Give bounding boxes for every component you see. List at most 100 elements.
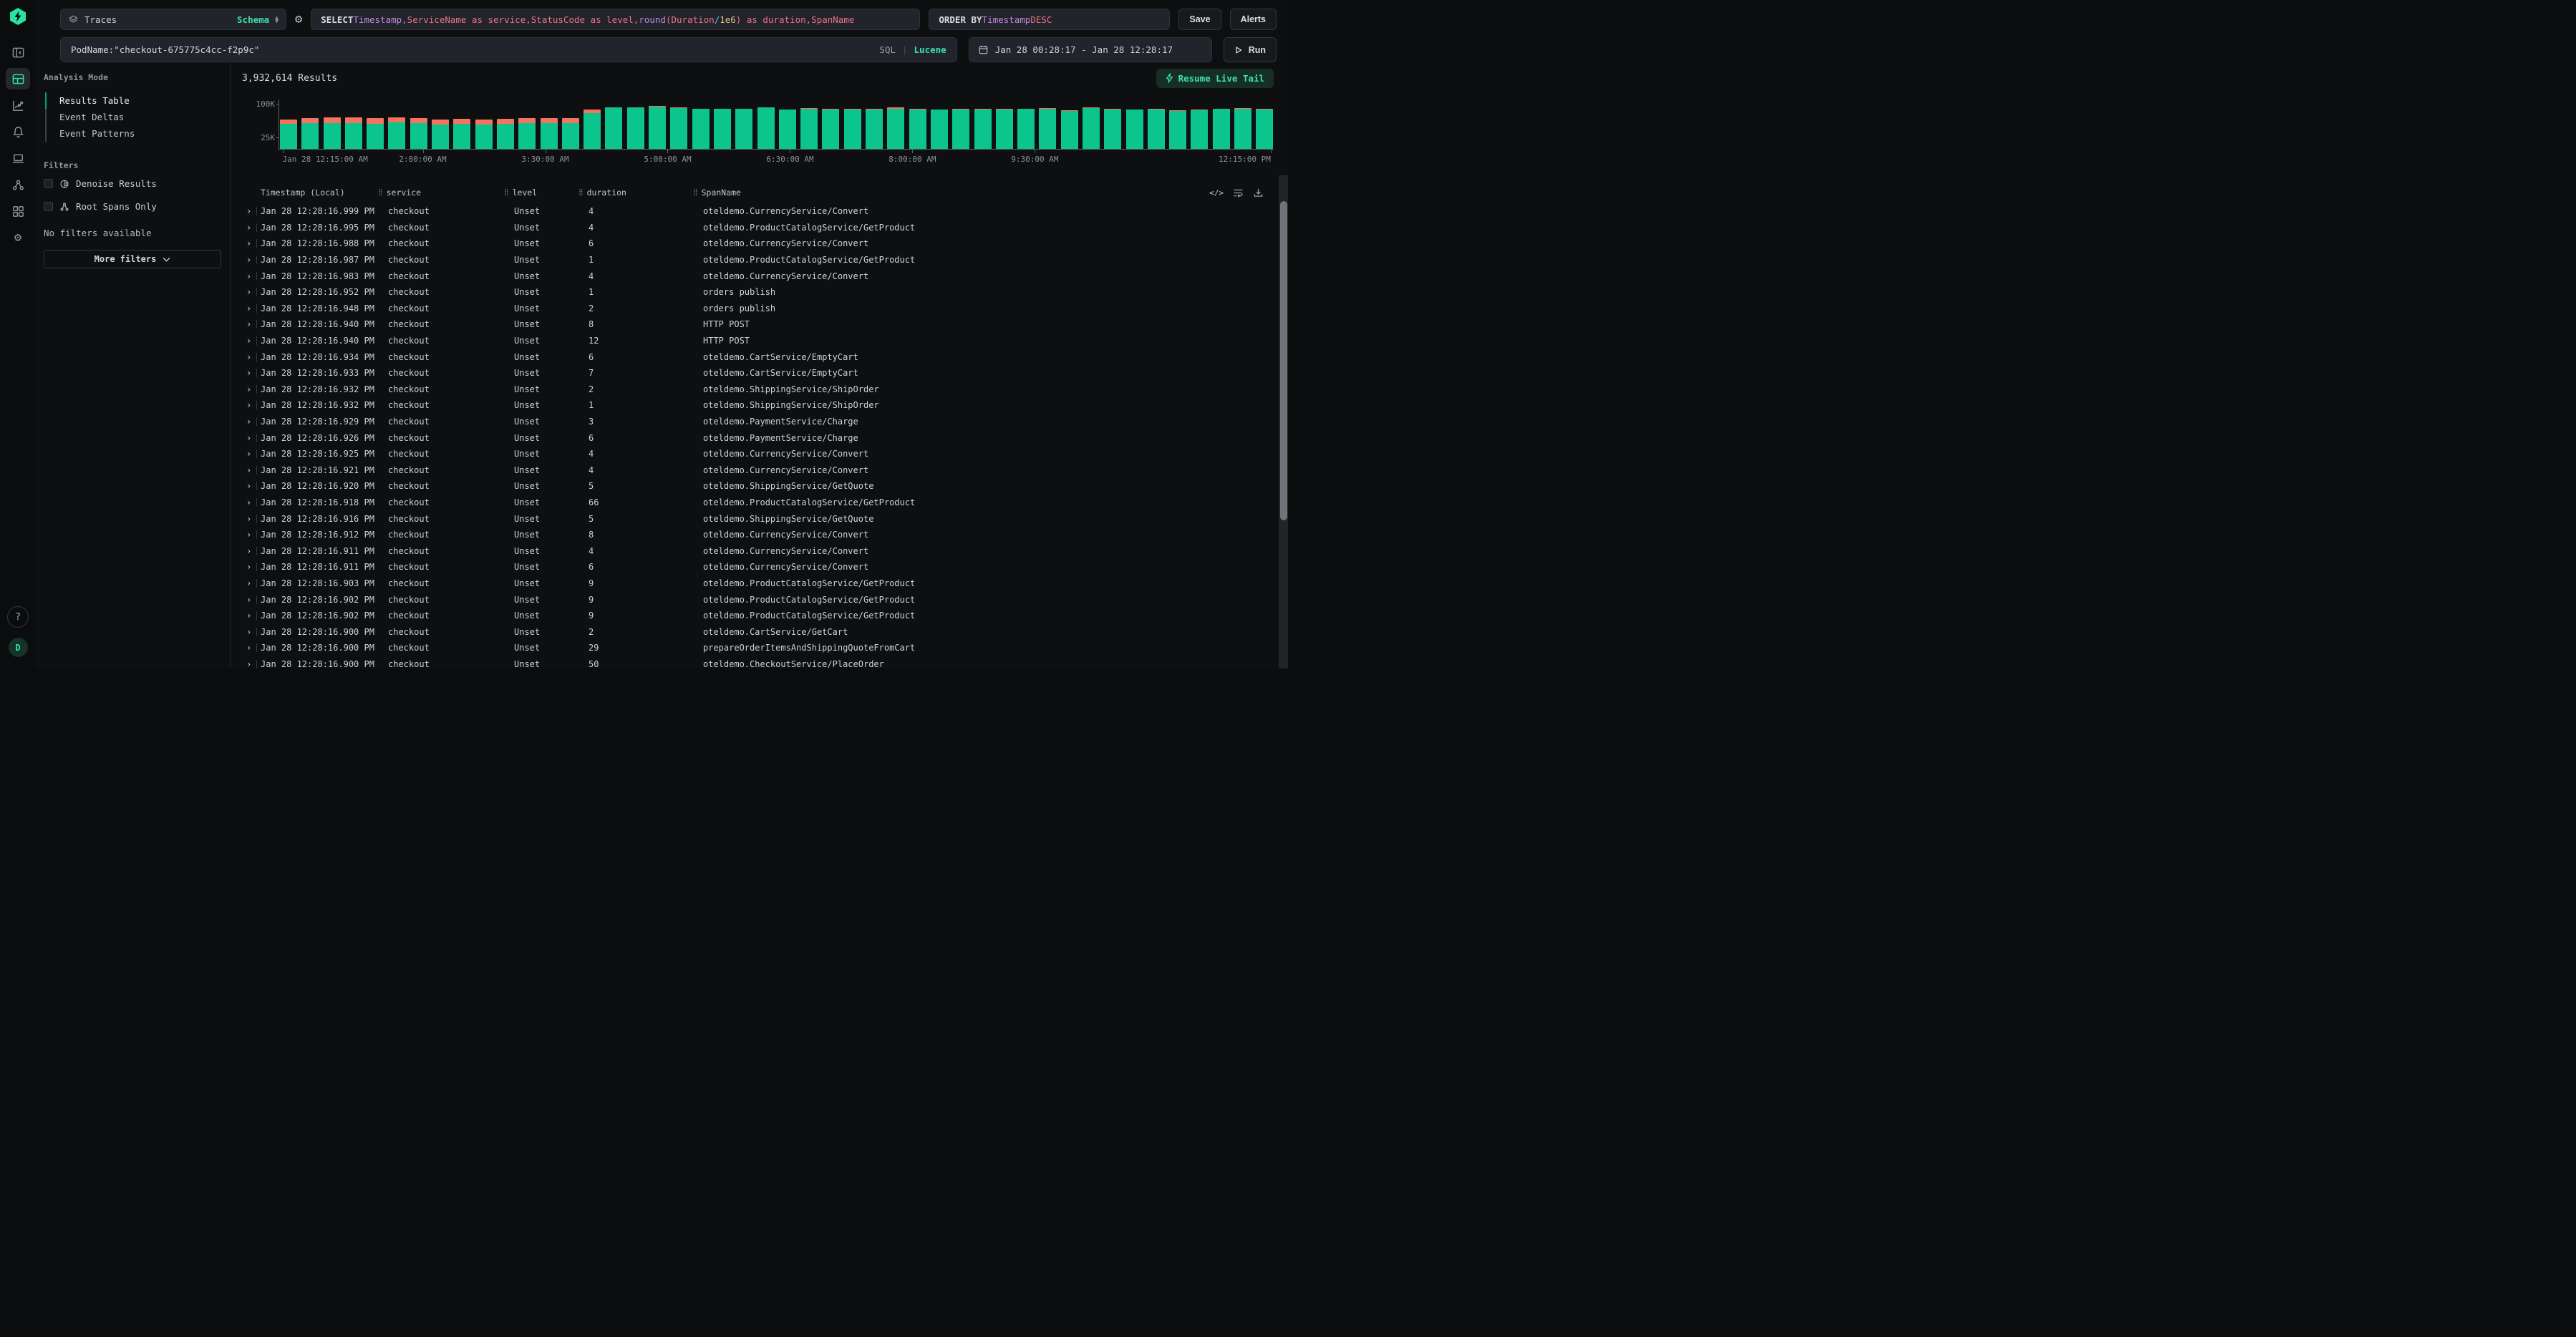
chevron-right-icon[interactable]: › xyxy=(246,384,251,394)
histogram-bar[interactable] xyxy=(1234,99,1251,149)
column-header-spanname[interactable]: ⣿SpanName xyxy=(693,188,1274,198)
chevron-right-icon[interactable]: › xyxy=(246,578,251,588)
column-header-duration[interactable]: ⣿duration xyxy=(576,188,693,198)
chevron-right-icon[interactable]: › xyxy=(246,255,251,265)
histogram-bar[interactable] xyxy=(1104,99,1121,149)
alerts-nav-icon[interactable] xyxy=(6,121,30,142)
drag-grip-icon[interactable]: ⣿ xyxy=(378,190,383,196)
histogram-bar[interactable] xyxy=(800,99,818,149)
chevron-right-icon[interactable]: › xyxy=(246,433,251,443)
chevron-right-icon[interactable]: › xyxy=(246,546,251,556)
histogram-bar[interactable] xyxy=(779,99,796,149)
analysis-mode-item-results-table[interactable]: Results Table xyxy=(45,92,221,109)
histogram-bar[interactable] xyxy=(627,99,644,149)
chevron-right-icon[interactable]: › xyxy=(246,352,251,362)
chevron-right-icon[interactable]: › xyxy=(246,514,251,524)
histogram-bar[interactable] xyxy=(735,99,752,149)
table-row[interactable]: › Jan 28 12:28:16.952 PM checkout Unset … xyxy=(242,284,1274,301)
scrollbar-thumb[interactable] xyxy=(1280,201,1287,520)
histogram-bar[interactable] xyxy=(453,99,470,149)
table-row[interactable]: › Jan 28 12:28:16.911 PM checkout Unset … xyxy=(242,559,1274,575)
chevron-right-icon[interactable]: › xyxy=(246,400,251,410)
dashboards-nav-icon[interactable] xyxy=(6,200,30,222)
drag-grip-icon[interactable]: ⣿ xyxy=(504,190,509,196)
save-button[interactable]: Save xyxy=(1178,9,1221,30)
run-button[interactable]: Run xyxy=(1224,37,1277,62)
histogram-bar[interactable] xyxy=(432,99,449,149)
table-row[interactable]: › Jan 28 12:28:16.983 PM checkout Unset … xyxy=(242,268,1274,284)
table-row[interactable]: › Jan 28 12:28:16.934 PM checkout Unset … xyxy=(242,349,1274,365)
table-row[interactable]: › Jan 28 12:28:16.948 PM checkout Unset … xyxy=(242,301,1274,317)
table-row[interactable]: › Jan 28 12:28:16.916 PM checkout Unset … xyxy=(242,510,1274,527)
source-settings-gear-icon[interactable]: ⚙ xyxy=(295,14,302,26)
histogram-bar[interactable] xyxy=(714,99,731,149)
histogram-bar[interactable] xyxy=(1256,99,1273,149)
histogram-bar[interactable] xyxy=(822,99,839,149)
analysis-mode-item-event-patterns[interactable]: Event Patterns xyxy=(45,125,221,142)
alerts-button[interactable]: Alerts xyxy=(1230,9,1277,30)
histogram-bar[interactable] xyxy=(367,99,384,149)
table-row[interactable]: › Jan 28 12:28:16.912 PM checkout Unset … xyxy=(242,527,1274,543)
collapse-sidebar-icon[interactable] xyxy=(6,42,30,63)
chart-explorer-nav-icon[interactable] xyxy=(6,94,30,116)
chevron-right-icon[interactable]: › xyxy=(246,449,251,459)
chevron-right-icon[interactable]: › xyxy=(246,417,251,427)
table-row[interactable]: › Jan 28 12:28:16.988 PM checkout Unset … xyxy=(242,235,1274,252)
histogram-bar[interactable] xyxy=(866,99,883,149)
histogram-bar[interactable] xyxy=(952,99,969,149)
histogram-bar[interactable] xyxy=(388,99,405,149)
histogram-bar[interactable] xyxy=(562,99,579,149)
histogram-bar[interactable] xyxy=(1039,99,1056,149)
chevron-right-icon[interactable]: › xyxy=(246,319,251,329)
service-map-nav-icon[interactable] xyxy=(6,174,30,195)
table-row[interactable]: › Jan 28 12:28:16.903 PM checkout Unset … xyxy=(242,575,1274,592)
settings-nav-icon[interactable]: ⚙ xyxy=(6,227,30,248)
lucene-mode-toggle[interactable]: Lucene xyxy=(914,44,946,55)
table-row[interactable]: › Jan 28 12:28:16.900 PM checkout Unset … xyxy=(242,640,1274,656)
denoise-results-filter[interactable]: Denoise Results xyxy=(44,174,221,193)
sql-select-editor[interactable]: SELECT Timestamp, ServiceName as service… xyxy=(311,9,920,30)
column-header-timestamp[interactable]: Timestamp (Local) xyxy=(261,188,378,198)
histogram-bar[interactable] xyxy=(518,99,536,149)
histogram-bar[interactable] xyxy=(1169,99,1186,149)
histogram-bar[interactable] xyxy=(1061,99,1078,149)
chevron-right-icon[interactable]: › xyxy=(246,643,251,653)
chevron-right-icon[interactable]: › xyxy=(246,223,251,233)
download-icon[interactable] xyxy=(1253,188,1264,198)
histogram-bar[interactable] xyxy=(301,99,319,149)
table-row[interactable]: › Jan 28 12:28:16.933 PM checkout Unset … xyxy=(242,365,1274,381)
table-row[interactable]: › Jan 28 12:28:16.929 PM checkout Unset … xyxy=(242,414,1274,430)
chevron-right-icon[interactable]: › xyxy=(246,611,251,621)
chevron-right-icon[interactable]: › xyxy=(246,303,251,313)
scrollbar-track[interactable] xyxy=(1279,175,1288,668)
table-row[interactable]: › Jan 28 12:28:16.920 PM checkout Unset … xyxy=(242,478,1274,495)
histogram-bar[interactable] xyxy=(887,99,904,149)
help-icon[interactable]: ? xyxy=(7,606,29,628)
histogram-bar[interactable] xyxy=(1126,99,1143,149)
column-header-service[interactable]: ⣿service xyxy=(378,188,497,198)
histogram-bar[interactable] xyxy=(345,99,362,149)
resume-live-tail-button[interactable]: Resume Live Tail xyxy=(1156,69,1274,88)
view-source-code-icon[interactable]: </> xyxy=(1209,188,1224,198)
chevron-right-icon[interactable]: › xyxy=(246,562,251,572)
time-range-picker[interactable]: Jan 28 00:28:17 - Jan 28 12:28:17 xyxy=(969,37,1212,62)
histogram-bar[interactable] xyxy=(541,99,558,149)
histogram-bar[interactable] xyxy=(410,99,427,149)
wrap-lines-icon[interactable] xyxy=(1233,188,1244,198)
sessions-nav-icon[interactable] xyxy=(6,147,30,169)
histogram-bar[interactable] xyxy=(1148,99,1165,149)
table-row[interactable]: › Jan 28 12:28:16.902 PM checkout Unset … xyxy=(242,591,1274,608)
table-row[interactable]: › Jan 28 12:28:16.995 PM checkout Unset … xyxy=(242,220,1274,236)
table-row[interactable]: › Jan 28 12:28:16.902 PM checkout Unset … xyxy=(242,608,1274,624)
histogram-bar[interactable] xyxy=(996,99,1013,149)
histogram-plot-area[interactable]: 100K 25K xyxy=(279,99,1274,149)
chevron-right-icon[interactable]: › xyxy=(246,530,251,540)
chevron-right-icon[interactable]: › xyxy=(246,497,251,507)
column-header-level[interactable]: ⣿level xyxy=(497,188,576,198)
histogram-bar[interactable] xyxy=(1191,99,1208,149)
histogram-bar[interactable] xyxy=(324,99,341,149)
chevron-right-icon[interactable]: › xyxy=(246,238,251,248)
more-filters-button[interactable]: More filters xyxy=(44,250,221,268)
chevron-right-icon[interactable]: › xyxy=(246,481,251,491)
histogram-bar[interactable] xyxy=(1213,99,1230,149)
